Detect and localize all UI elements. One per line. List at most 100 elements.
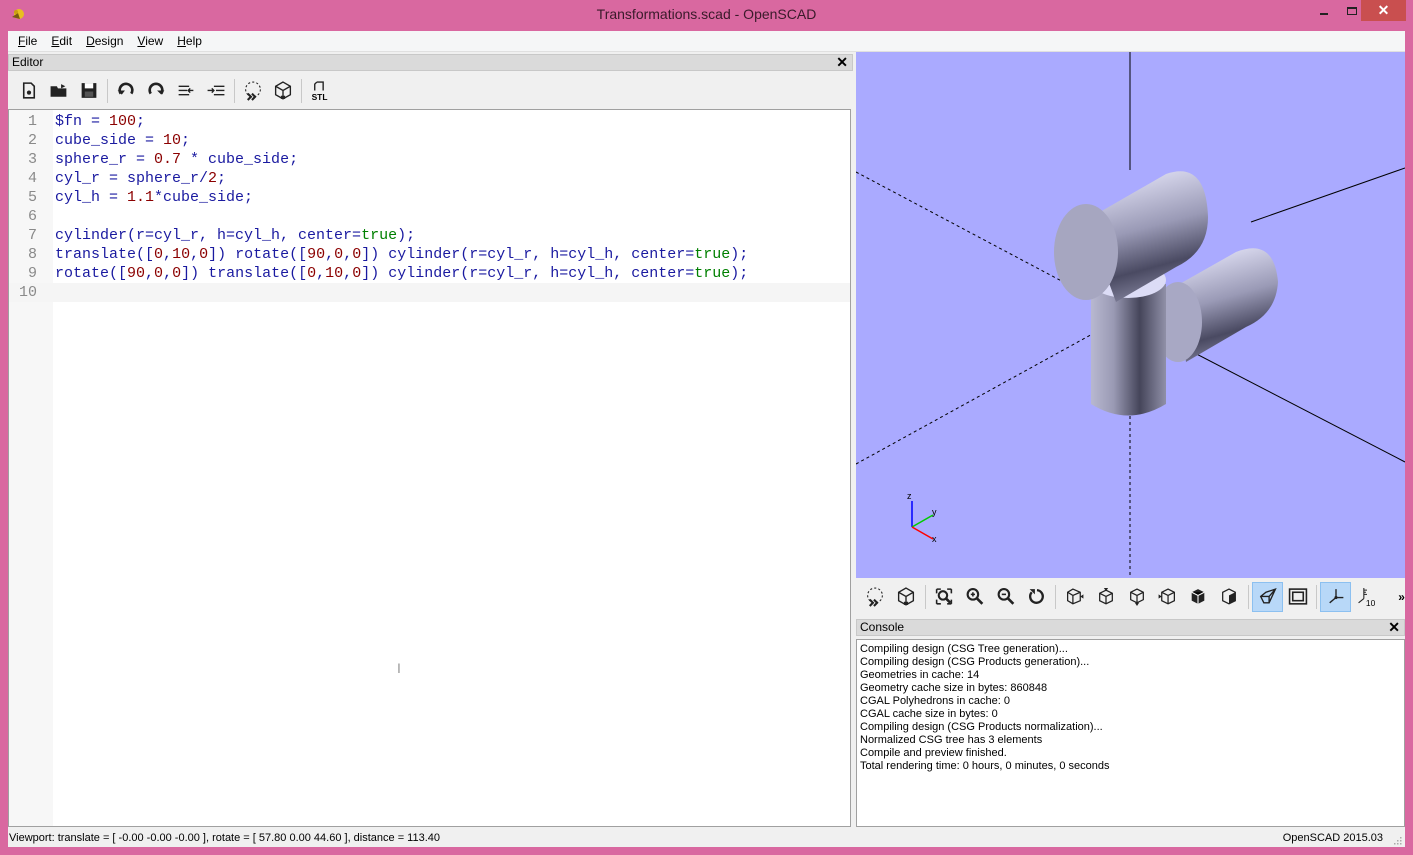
svg-text:10: 10 (1366, 598, 1376, 607)
code-line[interactable]: 2 cube_side = 10; (9, 131, 850, 150)
text-cursor-icon: I (397, 660, 401, 676)
view-view-top-button[interactable] (1090, 582, 1121, 612)
code-text: cube_side = 10; (55, 132, 191, 149)
line-number: 3 (27, 151, 37, 168)
code-editor[interactable]: I 1 $fn = 100; 2 cube_side = 10; 3 sphere_r =… (8, 109, 851, 827)
view-view-front-button[interactable] (1183, 582, 1214, 612)
toolbar-separator (107, 79, 108, 103)
axis-label-z: z (907, 491, 912, 501)
stl-export-icon: STL (312, 81, 328, 101)
console-line: Compiling design (CSG Products generatio… (860, 656, 1090, 668)
render-icon (274, 81, 292, 100)
code-text: cylinder(r=cyl_r, h=cyl_h, center=true); (55, 227, 416, 244)
console-line: Compiling design (CSG Tree generation)..… (860, 643, 1068, 655)
zoom-out-icon (997, 588, 1015, 605)
code-text: translate([0,10,0]) rotate([90,0,0]) cyl… (55, 246, 749, 263)
view-right-icon (1066, 588, 1084, 605)
new-file-icon (22, 82, 36, 99)
console-title: Console (860, 620, 905, 634)
menu-view[interactable]: View (130, 31, 170, 52)
code-line[interactable]: 4 cyl_r = sphere_r/2; (9, 169, 850, 188)
editor-preview-button[interactable] (238, 77, 268, 105)
console-line: Compiling design (CSG Products normaliza… (860, 721, 1103, 733)
toolbar-separator (1316, 585, 1318, 609)
menu-bar: File Edit Design View Help (8, 31, 1405, 52)
menu-accelerator: D (86, 33, 95, 48)
orthogonal-icon (1288, 588, 1308, 605)
toolbar-separator (1055, 585, 1057, 609)
resize-grip-icon[interactable] (1392, 835, 1402, 845)
preview-icon (867, 587, 884, 607)
code-line[interactable]: 5 cyl_h = 1.1*cube_side; (9, 188, 850, 207)
view-all-icon (936, 588, 953, 605)
code-line[interactable]: 3 sphere_r = 0.7 * cube_side; (9, 150, 850, 169)
code-line[interactable]: 8 translate([0,10,0]) rotate([90,0,0]) cy… (9, 245, 850, 264)
editor-open-file-button[interactable] (44, 77, 74, 105)
console-close-button[interactable]: ✕ (1388, 620, 1400, 635)
toolbar-overflow-button[interactable]: » (1398, 590, 1405, 604)
view-preview-button[interactable] (860, 582, 891, 612)
view-zoom-in-button[interactable] (960, 582, 991, 612)
menu-edit[interactable]: Edit (44, 31, 79, 52)
version-label: OpenSCAD 2015.03 (1282, 831, 1383, 844)
line-number: 5 (27, 189, 37, 206)
open-folder-icon (50, 84, 67, 97)
line-number: 7 (27, 227, 37, 244)
console-line: Total rendering time: 0 hours, 0 minutes… (860, 760, 1110, 772)
console-line: Geometries in cache: 14 (860, 669, 980, 681)
view-zoom-out-button[interactable] (991, 582, 1022, 612)
view-render-button[interactable] (891, 582, 922, 612)
menu-design[interactable]: Design (79, 31, 130, 52)
console-line: Normalized CSG tree has 3 elements (860, 734, 1043, 746)
toolbar-separator (301, 79, 302, 103)
editor-close-button[interactable]: ✕ (836, 55, 848, 70)
minimize-button[interactable] (1310, 0, 1338, 21)
code-line[interactable]: 6 (9, 207, 850, 226)
menu-accelerator: H (177, 33, 186, 48)
view-perspective-button[interactable] (1251, 582, 1283, 612)
code-text: sphere_r = 0.7 * cube_side; (55, 151, 299, 168)
line-number: 6 (27, 208, 37, 225)
view-view-right-button[interactable] (1059, 582, 1090, 612)
close-window-button[interactable]: ✕ (1361, 0, 1406, 21)
code-line[interactable]: 1 $fn = 100; (9, 112, 850, 131)
title-bar: Transformations.scad - OpenSCAD ✕ (0, 0, 1413, 31)
editor-new-file-button[interactable] (14, 77, 44, 105)
preview-icon (245, 81, 261, 101)
editor-export-stl-button[interactable]: STL (305, 77, 335, 105)
view-view-all-button[interactable] (929, 582, 960, 612)
code-line[interactable]: 10 (9, 283, 850, 302)
editor-render-button[interactable] (268, 77, 298, 105)
view-show-axes-button[interactable] (1320, 582, 1352, 612)
view-left-icon (1159, 588, 1176, 605)
axes-indicator: z y x (907, 491, 937, 544)
window-title: Transformations.scad - OpenSCAD (596, 6, 817, 22)
editor-header: Editor ✕ (8, 54, 853, 71)
view-toolbar: 10 » (856, 579, 1405, 615)
menu-accelerator: V (137, 33, 146, 48)
code-text: cyl_h = 1.1*cube_side; (55, 189, 254, 206)
editor-unindent-button[interactable] (171, 77, 201, 105)
3d-viewport[interactable]: z y x (856, 52, 1405, 578)
indent-icon (207, 85, 225, 96)
view-view-bottom-button[interactable] (1121, 582, 1152, 612)
svg-text:STL: STL (312, 92, 328, 101)
view-view-back-button[interactable] (1214, 582, 1245, 612)
editor-redo-button[interactable] (141, 77, 171, 105)
editor-panel: Editor ✕ STL I 1 $fn = 100; 2 cube_side = 1… (8, 54, 853, 827)
code-line[interactable]: 7 cylinder(r=cyl_r, h=cyl_h, center=true)… (9, 226, 850, 245)
console-output[interactable]: Compiling design (CSG Tree generation)..… (856, 639, 1405, 827)
editor-undo-button[interactable] (111, 77, 141, 105)
menu-help[interactable]: Help (170, 31, 209, 52)
menu-file[interactable]: File (11, 31, 44, 52)
editor-indent-button[interactable] (201, 77, 231, 105)
console-line: Geometry cache size in bytes: 860848 (860, 682, 1048, 694)
toolbar-separator (924, 585, 926, 609)
view-view-left-button[interactable] (1152, 582, 1183, 612)
view-reset-view-button[interactable] (1021, 582, 1052, 612)
code-line[interactable]: 9 rotate([90,0,0]) translate([0,10,0]) cy… (9, 264, 850, 283)
close-icon: ✕ (1377, 2, 1390, 18)
view-show-scale-markers-button[interactable]: 10 (1351, 582, 1382, 612)
editor-save-file-button[interactable] (74, 77, 104, 105)
view-orthogonal-button[interactable] (1283, 582, 1314, 612)
